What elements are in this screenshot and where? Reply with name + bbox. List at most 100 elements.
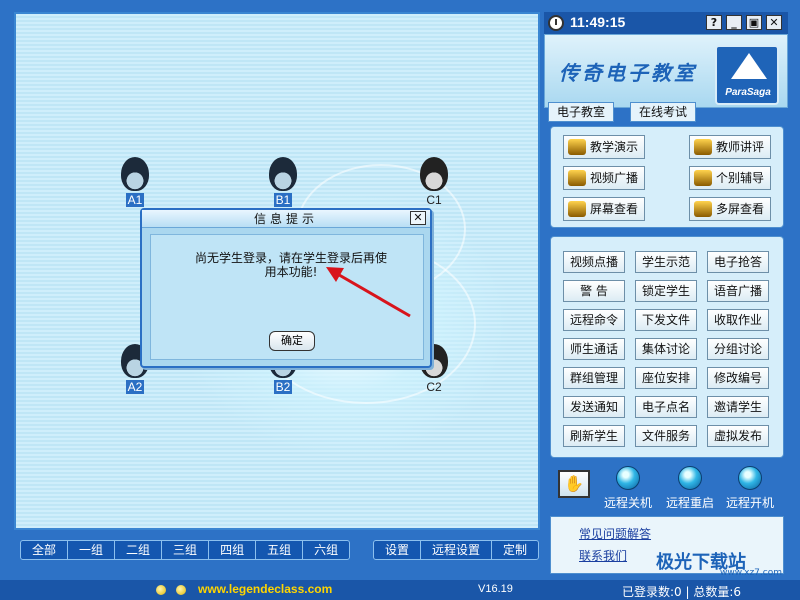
send-file-button[interactable]: 下发文件: [635, 309, 697, 331]
modify-number-button[interactable]: 修改编号: [707, 367, 769, 389]
multi-screen-view-button[interactable]: 多屏查看: [689, 197, 771, 221]
student-avatar-icon: [121, 157, 149, 191]
brand-title: 传奇电子教室: [559, 61, 697, 85]
clock-bar: 11:49:15 ? _ ▣ ✕: [544, 12, 788, 34]
send-notice-button[interactable]: 发送通知: [563, 396, 625, 418]
parasaga-logo: ParaSaga: [715, 45, 779, 105]
red-arrow-icon: [326, 267, 411, 318]
student-label: A2: [125, 380, 145, 394]
group-toolbar: 全部 一组 二组 三组 四组 五组 六组: [20, 540, 351, 560]
faq-link[interactable]: 常见问题解答: [579, 525, 651, 542]
group-all-button[interactable]: 全部: [21, 541, 69, 559]
customize-button[interactable]: 定制: [492, 541, 538, 559]
brand-header: 传奇电子教室 ParaSaga: [544, 34, 788, 108]
teaching-demo-button[interactable]: 教学演示: [563, 135, 645, 159]
group-6-button[interactable]: 六组: [303, 541, 349, 559]
roll-call-button[interactable]: 电子点名: [635, 396, 697, 418]
status-light-icon: [176, 585, 186, 595]
version-label: V16.19: [478, 583, 513, 595]
dialog-close-button[interactable]: ✕: [410, 211, 426, 225]
close-button[interactable]: ✕: [766, 15, 782, 30]
login-count: 已登录数:0 | 总数量:6: [622, 585, 742, 599]
website-link[interactable]: www.legendeclass.com: [198, 582, 332, 596]
secondary-functions-panel: 视频点播 学生示范 电子抢答 警 告 锁定学生 语音广播 远程命令 下发文件 收…: [550, 236, 784, 458]
hand-icon[interactable]: ✋: [558, 470, 590, 498]
seat-arrangement-button[interactable]: 座位安排: [635, 367, 697, 389]
video-on-demand-button[interactable]: 视频点播: [563, 251, 625, 273]
teacher-student-call-button[interactable]: 师生通话: [563, 338, 625, 360]
tab-e-classroom[interactable]: 电子教室: [548, 102, 615, 122]
settings-toolbar: 设置 远程设置 定制: [373, 540, 540, 560]
button-label: 教师讲评: [716, 140, 765, 154]
logo-triangle-icon: [731, 53, 767, 79]
invite-student-button[interactable]: 邀请学生: [707, 396, 769, 418]
individual-tutoring-button[interactable]: 个别辅导: [689, 166, 771, 190]
remote-shutdown-label[interactable]: 远程关机: [604, 494, 652, 511]
main-functions-panel: 教学演示 教师讲评 视频广播 个别辅导 屏幕查看 多屏查看: [550, 126, 784, 228]
warning-button[interactable]: 警 告: [563, 280, 625, 302]
restore-button[interactable]: ▣: [746, 15, 762, 30]
virtual-publish-button[interactable]: 虚拟发布: [707, 425, 769, 447]
student-label: A1: [125, 193, 145, 207]
lock-student-button[interactable]: 锁定学生: [635, 280, 697, 302]
teacher-review-button[interactable]: 教师讲评: [689, 135, 771, 159]
voice-broadcast-button[interactable]: 语音广播: [707, 280, 769, 302]
tutoring-icon: [694, 170, 712, 186]
student-label: C2: [426, 380, 442, 394]
button-label: 多屏查看: [716, 202, 765, 216]
clapperboard-icon: [568, 170, 586, 186]
watermark-url: www.xz7.com: [720, 568, 782, 578]
button-label: 视频广播: [590, 171, 639, 185]
file-service-button[interactable]: 文件服务: [635, 425, 697, 447]
power-controls: ✋ 远程关机 远程重启 远程开机: [544, 464, 788, 514]
tab-online-exam[interactable]: 在线考试: [630, 102, 697, 122]
dialog-ok-button[interactable]: 确定: [269, 331, 315, 351]
minimize-button[interactable]: _: [726, 15, 742, 30]
group-5-button[interactable]: 五组: [256, 541, 304, 559]
group-3-button[interactable]: 三组: [162, 541, 210, 559]
button-label: 屏幕查看: [590, 202, 639, 216]
dialog-title: 信息提示: [253, 212, 318, 226]
group-2-button[interactable]: 二组: [115, 541, 163, 559]
student-label: C1: [426, 193, 442, 207]
student-avatar-icon: [420, 157, 448, 191]
status-light-icon: [156, 585, 166, 595]
remote-boot-icon[interactable]: [738, 466, 762, 490]
group-4-button[interactable]: 四组: [209, 541, 257, 559]
group-management-button[interactable]: 群组管理: [563, 367, 625, 389]
refresh-students-button[interactable]: 刷新学生: [563, 425, 625, 447]
collect-homework-button[interactable]: 收取作业: [707, 309, 769, 331]
status-bar: www.legendeclass.com V16.19 已登录数:0 | 总数量…: [0, 580, 800, 600]
remote-restart-label[interactable]: 远程重启: [666, 494, 714, 511]
control-panel: 11:49:15 ? _ ▣ ✕ 传奇电子教室 ParaSaga 电子教室 在线…: [544, 12, 788, 580]
remote-shutdown-icon[interactable]: [616, 466, 640, 490]
remote-restart-icon[interactable]: [678, 466, 702, 490]
help-button[interactable]: ?: [706, 15, 722, 30]
student-avatar-icon: [269, 157, 297, 191]
student-label: B1: [273, 193, 293, 207]
video-broadcast-button[interactable]: 视频广播: [563, 166, 645, 190]
group-discussion-button[interactable]: 分组讨论: [707, 338, 769, 360]
button-label: 个别辅导: [716, 171, 765, 185]
app-window: A1 B1 C1 A2 B2 C2 信息提示 ✕ 尚无学生登录，请在学生登录后再…: [0, 0, 800, 600]
remote-settings-button[interactable]: 远程设置: [421, 541, 493, 559]
multi-screen-icon: [694, 201, 712, 217]
mode-tabs: 电子教室 在线考试: [544, 102, 788, 122]
screen-view-icon: [568, 201, 586, 217]
button-label: 教学演示: [590, 140, 639, 154]
contact-link[interactable]: 联系我们: [579, 547, 627, 564]
logo-text: ParaSaga: [725, 87, 771, 98]
settings-button[interactable]: 设置: [374, 541, 422, 559]
remote-boot-label[interactable]: 远程开机: [726, 494, 774, 511]
group-discussion-all-button[interactable]: 集体讨论: [635, 338, 697, 360]
teach-icon: [568, 139, 586, 155]
clock-icon: [548, 15, 564, 31]
student-label: B2: [273, 380, 293, 394]
quick-answer-button[interactable]: 电子抢答: [707, 251, 769, 273]
student-demo-button[interactable]: 学生示范: [635, 251, 697, 273]
remote-command-button[interactable]: 远程命令: [563, 309, 625, 331]
review-icon: [694, 139, 712, 155]
screen-view-button[interactable]: 屏幕查看: [563, 197, 645, 221]
group-1-button[interactable]: 一组: [68, 541, 116, 559]
dialog-titlebar: 信息提示 ✕: [142, 210, 430, 228]
